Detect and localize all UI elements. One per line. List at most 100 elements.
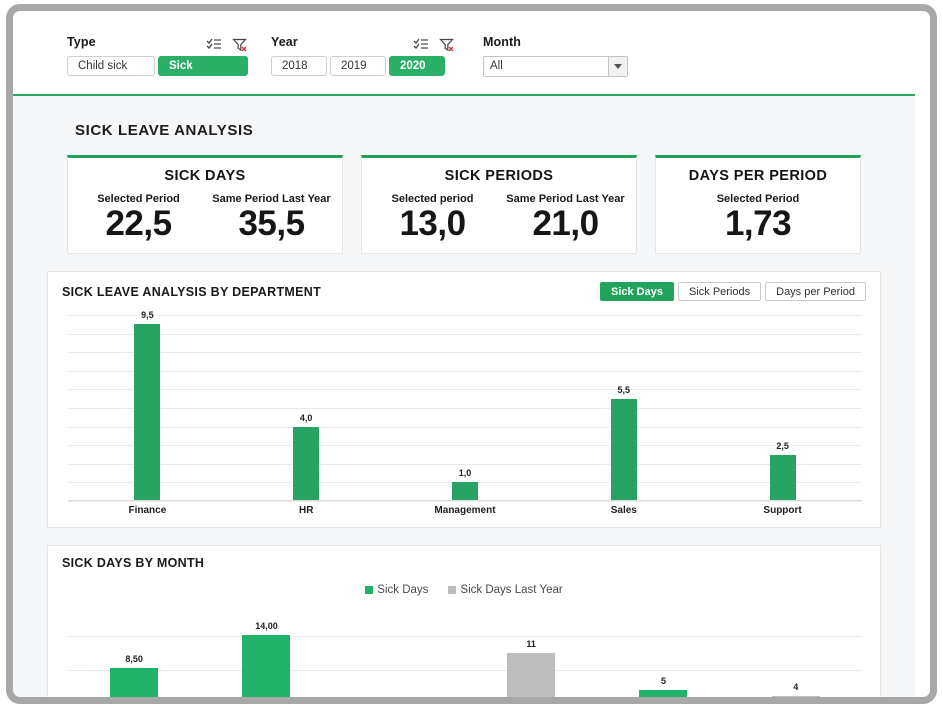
bar-series: 9,5 4,0 1,0 5,5 2,5 bbox=[68, 310, 862, 501]
bar[interactable] bbox=[769, 454, 796, 501]
department-plot-area: 9,5 4,0 1,0 5,5 2,5 bbox=[68, 310, 862, 502]
kpi-metric-same-period-last-year: Same Period Last Year 35,5 bbox=[205, 193, 338, 241]
bar[interactable] bbox=[451, 482, 478, 501]
kpi-metric-selected-period: Selected period 13,0 bbox=[366, 193, 499, 241]
filter-group-month: Month All bbox=[483, 35, 628, 77]
panel-title: SICK LEAVE ANALYSIS BY DEPARTMENT bbox=[62, 284, 322, 299]
legend-item-sick-days[interactable]: Sick Days bbox=[365, 584, 428, 596]
bar-slot bbox=[333, 608, 465, 697]
gridline bbox=[68, 501, 862, 502]
bar[interactable] bbox=[242, 634, 291, 697]
kpi-card-days-per-period: DAYS PER PERIOD Selected Period 1,73 bbox=[655, 155, 861, 254]
bar-value-label: 8,50 bbox=[125, 654, 143, 665]
select-all-icon[interactable] bbox=[206, 37, 222, 52]
type-option-child-sick[interactable]: Child sick bbox=[67, 56, 155, 76]
kpi-metric-same-period-last-year: Same Period Last Year 21,0 bbox=[499, 193, 632, 241]
year-option-row: 2018 2019 2020 bbox=[271, 56, 445, 76]
type-option-row: Child sick Sick bbox=[67, 56, 248, 76]
kpi-title: DAYS PER PERIOD bbox=[688, 168, 828, 184]
bar[interactable] bbox=[771, 695, 820, 697]
bar-value-label: 4,0 bbox=[299, 412, 313, 423]
x-axis-category-labels: Finance HR Management Sales Support bbox=[68, 505, 862, 516]
year-option-2019[interactable]: 2019 bbox=[330, 56, 386, 76]
chart-legend: Sick Days Sick Days Last Year bbox=[48, 578, 880, 608]
panel-header: SICK LEAVE ANALYSIS BY DEPARTMENT Sick D… bbox=[48, 272, 880, 309]
year-option-2018[interactable]: 2018 bbox=[271, 56, 327, 76]
toggle-sick-periods[interactable]: Sick Periods bbox=[677, 282, 762, 301]
kpi-title: SICK PERIODS bbox=[444, 168, 554, 184]
chevron-down-icon[interactable] bbox=[608, 57, 627, 76]
clear-filter-icon[interactable] bbox=[439, 37, 455, 52]
x-axis-label: Finance bbox=[128, 505, 167, 516]
filter-group-year: Year 2018 2019 2020 bbox=[271, 35, 454, 76]
bar-slot: 4,0 bbox=[227, 315, 386, 501]
kpi-metric-value: 1,73 bbox=[724, 204, 792, 243]
panel-header: SICK DAYS BY MONTH bbox=[48, 546, 880, 578]
legend-swatch bbox=[365, 586, 374, 594]
department-bar-chart: 9,5 4,0 1,0 5,5 2,5 Finance HR Management Sales… bbox=[58, 309, 872, 527]
page-title: SICK LEAVE ANALYSIS bbox=[75, 122, 254, 139]
month-bar-chart: 8,50 14,00 11 5 4 bbox=[58, 608, 872, 697]
kpi-metrics: Selected period 13,0 Same Period Last Ye… bbox=[366, 193, 632, 241]
bar[interactable] bbox=[639, 689, 688, 697]
select-all-icon[interactable] bbox=[413, 37, 429, 52]
kpi-card-sick-days: SICK DAYS Selected Period 22,5 Same Peri… bbox=[67, 155, 343, 254]
kpi-card-sick-periods: SICK PERIODS Selected period 13,0 Same P… bbox=[361, 155, 637, 254]
panel-sick-days-by-month: SICK DAYS BY MONTH Sick Days Sick Days L… bbox=[47, 545, 881, 697]
bar[interactable] bbox=[293, 426, 320, 501]
bar-slot: 11 bbox=[465, 608, 597, 697]
bar-slot: 1,0 bbox=[386, 315, 545, 501]
bar-slot: 8,50 bbox=[68, 608, 200, 697]
legend-swatch bbox=[448, 586, 457, 594]
kpi-title: SICK DAYS bbox=[164, 168, 246, 184]
panel-sick-leave-by-department: SICK LEAVE ANALYSIS BY DEPARTMENT Sick D… bbox=[47, 271, 881, 528]
month-select-value: All bbox=[490, 60, 503, 72]
bar-series: 8,50 14,00 11 5 4 bbox=[68, 608, 862, 697]
x-axis-label: HR bbox=[298, 505, 314, 516]
kpi-metric-selected-period: Selected Period 1,73 bbox=[660, 193, 856, 241]
legend-label: Sick Days bbox=[377, 584, 429, 596]
bar-value-label: 2,5 bbox=[776, 440, 789, 451]
dashboard-app: Type Child sick Sick Year 2018 2019 2020… bbox=[13, 11, 915, 697]
month-plot-area: 8,50 14,00 11 5 4 bbox=[68, 608, 862, 697]
dashboard-content: SICK LEAVE ANALYSIS SICK DAYS Selected P… bbox=[13, 96, 915, 697]
filter-icons-year bbox=[413, 37, 455, 52]
bar-slot: 2,5 bbox=[703, 315, 862, 501]
bar[interactable] bbox=[610, 398, 637, 501]
x-axis-label: Management bbox=[434, 505, 496, 516]
toggle-days-per-period[interactable]: Days per Period bbox=[765, 282, 866, 301]
filter-group-type: Type Child sick Sick bbox=[67, 35, 248, 76]
bar-value-label: 11 bbox=[526, 638, 536, 649]
application-window: Type Child sick Sick Year 2018 2019 2020… bbox=[0, 0, 943, 708]
bar-value-label: 14,00 bbox=[255, 620, 278, 631]
bar-slot: 5,5 bbox=[544, 315, 703, 501]
x-axis-label: Sales bbox=[610, 505, 637, 516]
panel-title: SICK DAYS BY MONTH bbox=[62, 556, 205, 570]
bar-slot: 5 bbox=[597, 608, 729, 697]
bar-slot: 4 bbox=[730, 608, 862, 697]
clear-filter-icon[interactable] bbox=[232, 37, 248, 52]
kpi-row: SICK DAYS Selected Period 22,5 Same Peri… bbox=[33, 155, 895, 254]
bar[interactable] bbox=[110, 668, 159, 697]
type-option-sick[interactable]: Sick bbox=[158, 56, 248, 76]
bar-value-label: 9,5 bbox=[141, 310, 154, 321]
bar-slot: 14,00 bbox=[200, 608, 332, 697]
kpi-metric-value: 13,0 bbox=[399, 204, 466, 243]
bar-value-label: 4 bbox=[793, 681, 799, 692]
bar[interactable] bbox=[134, 324, 161, 501]
kpi-metric-value: 21,0 bbox=[532, 204, 599, 243]
kpi-metric-selected-period: Selected Period 22,5 bbox=[72, 193, 205, 241]
kpi-metric-value: 22,5 bbox=[105, 204, 172, 243]
legend-label: Sick Days Last Year bbox=[460, 584, 563, 596]
toggle-sick-days[interactable]: Sick Days bbox=[600, 282, 674, 301]
legend-item-sick-days-last-year[interactable]: Sick Days Last Year bbox=[448, 584, 563, 596]
bar-value-label: 5 bbox=[660, 675, 666, 686]
bar[interactable] bbox=[507, 652, 556, 697]
month-select[interactable]: All bbox=[483, 56, 628, 77]
filter-bar: Type Child sick Sick Year 2018 2019 2020… bbox=[13, 11, 915, 96]
year-option-2020[interactable]: 2020 bbox=[389, 56, 445, 76]
bar-value-label: 1,0 bbox=[458, 468, 472, 479]
bar-value-label: 5,5 bbox=[617, 384, 631, 395]
kpi-metric-value: 35,5 bbox=[238, 204, 305, 243]
filter-label-month: Month bbox=[483, 35, 521, 49]
